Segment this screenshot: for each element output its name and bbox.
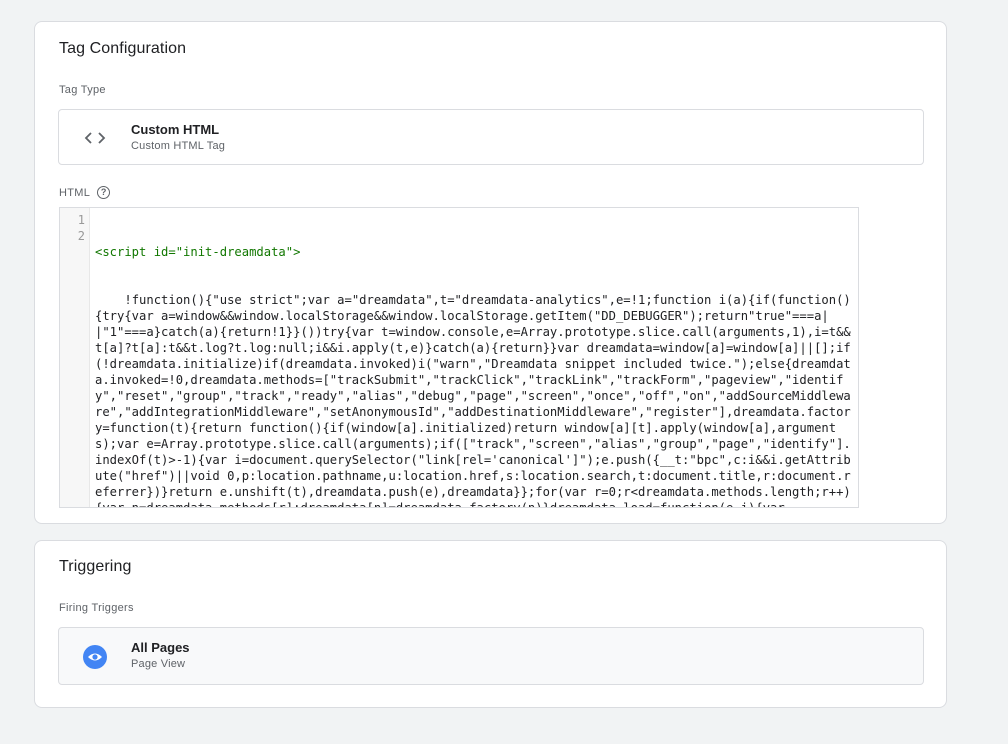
tag-configuration-title: Tag Configuration — [59, 40, 187, 57]
html-field-label-row: HTML ? — [59, 186, 111, 199]
triggering-title: Triggering — [59, 558, 132, 575]
triggering-card: Triggering Firing Triggers All Pages Pag… — [34, 540, 947, 708]
trigger-type: Page View — [131, 658, 186, 670]
code-line-1: <script id="init-dreamdata"> — [95, 245, 301, 259]
code-brackets-icon — [83, 126, 107, 150]
eye-icon — [83, 645, 107, 669]
line-number-gutter: 1 2 — [60, 208, 90, 507]
tag-type-selector[interactable]: Custom HTML Custom HTML Tag — [58, 109, 924, 165]
code-content[interactable]: <script id="init-dreamdata"> !function()… — [95, 212, 852, 508]
html-label: HTML — [59, 186, 91, 199]
trigger-name: All Pages — [131, 640, 190, 655]
tag-type-label: Tag Type — [59, 84, 106, 96]
line-number: 1 — [77, 213, 85, 227]
line-number: 2 — [77, 229, 85, 243]
tag-type-description: Custom HTML Tag — [131, 140, 226, 152]
tag-configuration-card: Tag Configuration Tag Type Custom HTML C… — [34, 21, 947, 524]
firing-triggers-label: Firing Triggers — [59, 602, 134, 614]
help-circle-icon[interactable]: ? — [97, 186, 111, 199]
trigger-item-all-pages[interactable]: All Pages Page View — [58, 627, 924, 685]
code-line-2: !function(){"use strict";var a="dreamdat… — [95, 293, 851, 508]
tag-type-name: Custom HTML — [131, 122, 220, 137]
html-code-editor[interactable]: 1 2 <script id="init-dreamdata"> !functi… — [59, 207, 859, 508]
